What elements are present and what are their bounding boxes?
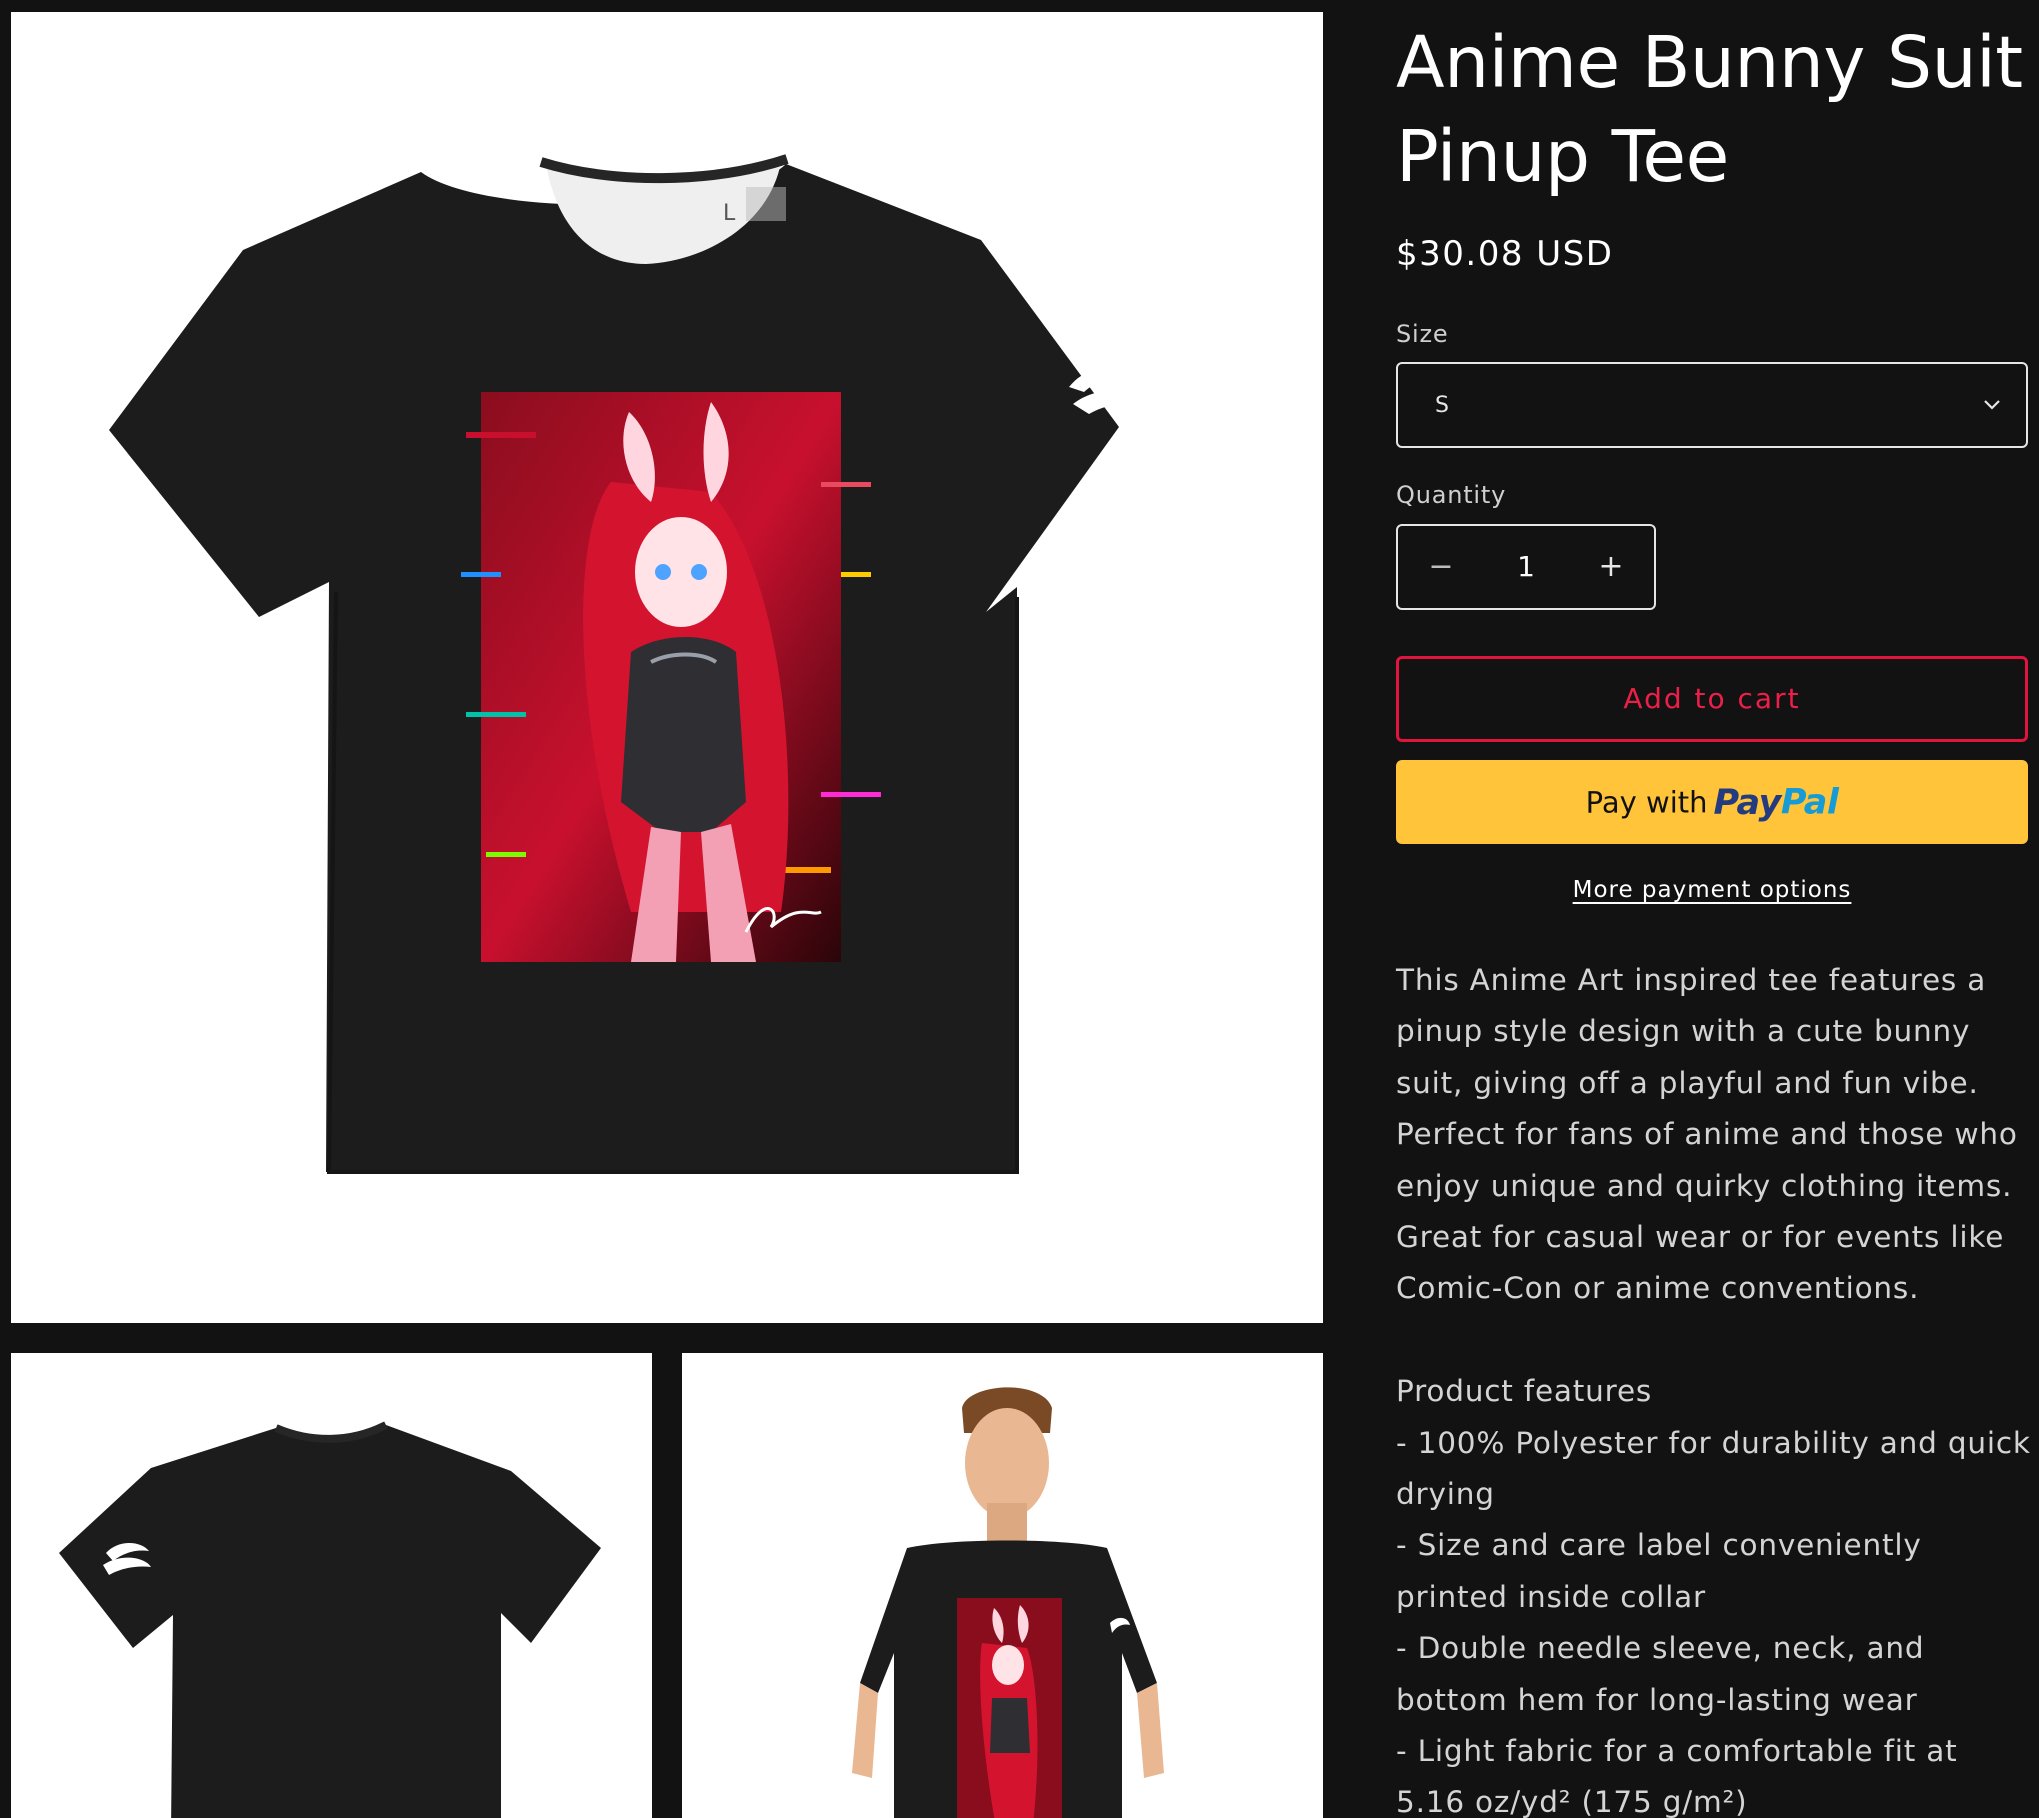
paypal-logo-pay: Pay xyxy=(1713,782,1782,823)
paypal-button[interactable]: Pay with PayPal xyxy=(1396,760,2028,844)
product-description: This Anime Art inspired tee features a p… xyxy=(1396,955,2036,1818)
size-tag-letter: L xyxy=(723,201,736,226)
quantity-input[interactable]: 1 xyxy=(1484,526,1568,608)
product-title: Anime Bunny Suit Pinup Tee xyxy=(1396,21,2023,198)
quantity-decrease-button[interactable]: − xyxy=(1398,526,1484,608)
paypal-logo-pal: Pal xyxy=(1780,782,1839,823)
feature-item: - 100% Polyester for durability and quic… xyxy=(1396,1425,2031,1512)
product-page: L Anime Bunny Suit Pinup Tee $30.08 USD … xyxy=(0,0,2039,1818)
product-image-front[interactable]: L xyxy=(11,12,1323,1323)
product-image-model[interactable] xyxy=(682,1353,1323,1818)
feature-item: - Light fabric for a comfortable fit at … xyxy=(1396,1734,1958,1818)
quantity-stepper: − 1 + xyxy=(1396,524,1656,610)
more-payment-options-link[interactable]: More payment options xyxy=(1573,877,1852,903)
quantity-increase-button[interactable]: + xyxy=(1568,526,1654,608)
features-heading: Product features xyxy=(1396,1374,1653,1409)
more-payment-options-container: More payment options xyxy=(1396,874,2028,906)
paypal-prefix: Pay with xyxy=(1585,785,1708,820)
tshirt-back-illustration xyxy=(59,1421,601,1818)
size-select-value: S xyxy=(1435,393,1449,418)
product-image-back[interactable] xyxy=(11,1353,652,1818)
size-label: Size xyxy=(1396,320,1449,348)
quantity-label: Quantity xyxy=(1396,481,1507,509)
chevron-down-icon xyxy=(1984,400,2000,410)
tshirt-front-illustration: L xyxy=(109,154,1171,1174)
add-to-cart-button[interactable]: Add to cart xyxy=(1396,656,2028,742)
product-price: $30.08 USD xyxy=(1396,234,1614,274)
model-wearing-tshirt-illustration xyxy=(852,1387,1164,1818)
feature-item: - Size and care label conveniently print… xyxy=(1396,1528,1922,1614)
artwork-print xyxy=(461,392,881,962)
feature-item: - Double needle sleeve, neck, and bottom… xyxy=(1396,1631,1925,1717)
description-intro: This Anime Art inspired tee features a p… xyxy=(1396,963,2018,1306)
size-select[interactable]: S xyxy=(1396,362,2028,448)
